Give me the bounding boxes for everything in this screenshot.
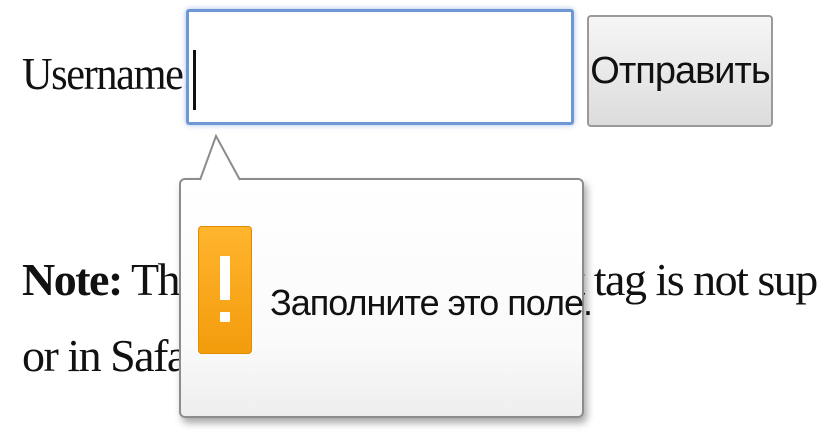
username-input[interactable]: [186, 9, 574, 125]
username-label: Username:: [22, 48, 194, 99]
page: Username: Отправить Note: The ut tag is …: [0, 0, 830, 439]
text-caret: [193, 50, 196, 110]
warning-icon-bar: [220, 256, 230, 300]
note-label: Note:: [22, 254, 123, 305]
validation-message: Заполните это поле.: [270, 282, 593, 323]
submit-button[interactable]: Отправить: [587, 15, 773, 127]
tooltip-arrow: [199, 134, 241, 182]
warning-icon-dot: [220, 312, 230, 322]
warning-icon: [198, 226, 252, 354]
